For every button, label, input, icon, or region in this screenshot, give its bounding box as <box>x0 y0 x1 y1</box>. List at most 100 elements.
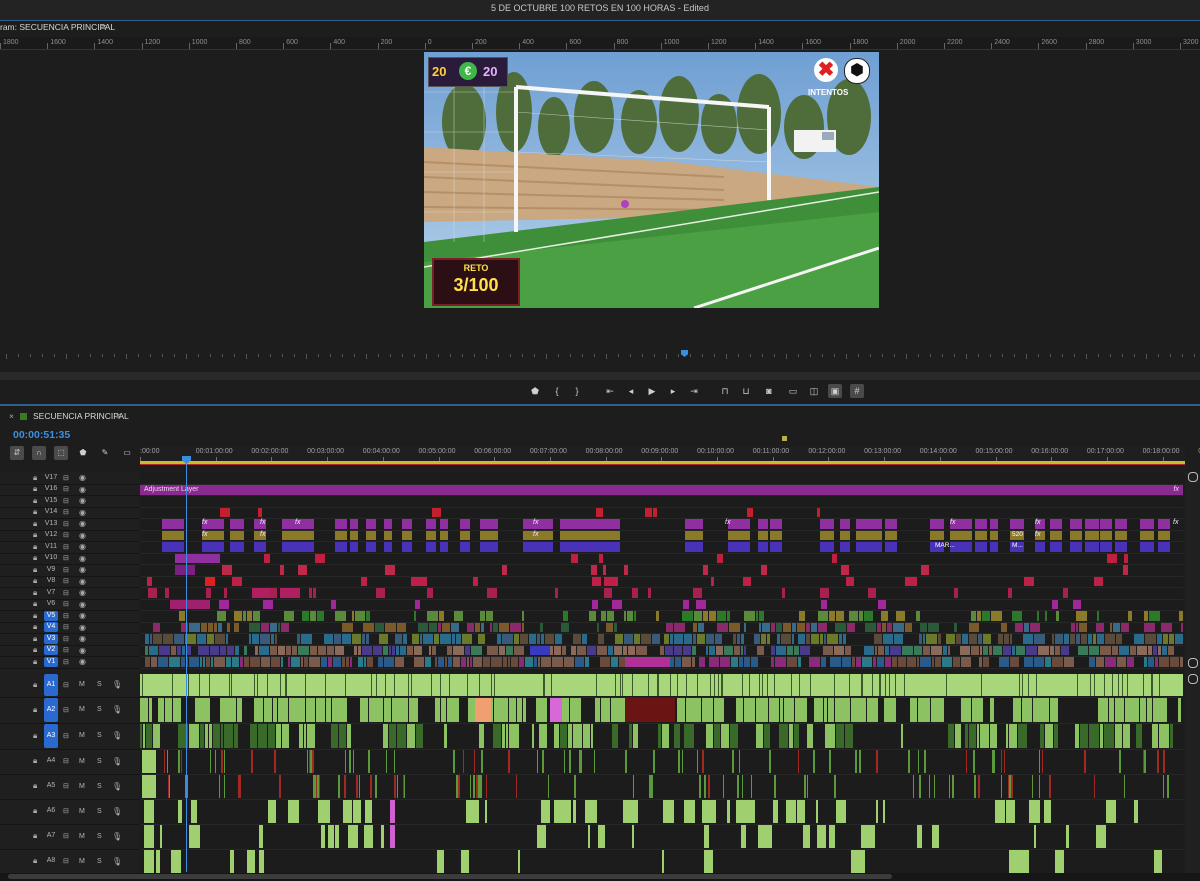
audio-clip[interactable] <box>441 697 446 722</box>
video-clip[interactable] <box>442 622 450 632</box>
video-clip[interactable] <box>634 634 640 644</box>
audio-edit-line[interactable] <box>722 673 723 696</box>
video-clip[interactable] <box>798 634 805 644</box>
video-clip[interactable] <box>1116 634 1122 644</box>
microphone-icon[interactable]: 🎙︎ <box>112 807 122 816</box>
adjustment-layer-clip[interactable]: Adjustment Layer fx <box>140 484 1183 495</box>
v11-clip[interactable] <box>162 542 184 552</box>
v13-clip[interactable] <box>426 519 436 529</box>
audio-edit-line[interactable] <box>221 749 223 773</box>
video-clip[interactable] <box>890 645 901 655</box>
hscroll-thumb[interactable] <box>8 874 892 879</box>
v13-clip[interactable] <box>384 519 392 529</box>
audio-edit-line[interactable] <box>458 774 460 798</box>
video-clip[interactable] <box>693 622 697 632</box>
audio-clip[interactable] <box>193 824 200 848</box>
v12-clip[interactable] <box>1070 530 1082 540</box>
video-clip[interactable] <box>467 657 469 667</box>
audio-clip[interactable] <box>977 723 979 748</box>
audio-edit-line[interactable] <box>408 673 409 696</box>
video-clip[interactable] <box>571 645 576 655</box>
audio-edit-line[interactable] <box>981 673 982 696</box>
audio-edit-line[interactable] <box>1004 749 1005 773</box>
audio-edit-line[interactable] <box>474 749 475 773</box>
video-clip[interactable] <box>926 634 937 644</box>
audio-clip[interactable] <box>536 697 547 722</box>
v12-clip[interactable] <box>366 530 376 540</box>
video-clip[interactable] <box>703 611 708 621</box>
audio-clip[interactable] <box>625 697 675 722</box>
mute-button[interactable]: M <box>79 706 85 713</box>
video-clip[interactable] <box>541 634 544 644</box>
v12-clip[interactable] <box>1115 530 1127 540</box>
audio-edit-line[interactable] <box>1112 673 1113 696</box>
track-name[interactable]: A5 <box>44 781 58 791</box>
audio-clip[interactable] <box>518 849 520 873</box>
audio-clip[interactable] <box>1104 723 1114 748</box>
audio-edit-line[interactable] <box>625 749 627 773</box>
video-clip[interactable] <box>856 657 861 667</box>
audio-clip[interactable] <box>1152 723 1158 748</box>
v12-clip[interactable] <box>856 530 870 540</box>
program-scrub-area[interactable] <box>0 345 1200 371</box>
video-clip[interactable] <box>781 634 791 644</box>
video-clip[interactable] <box>383 645 388 655</box>
v13-clip[interactable] <box>728 519 750 529</box>
video-clip[interactable] <box>818 622 827 632</box>
audio-clip[interactable] <box>1115 697 1124 722</box>
lock-icon[interactable]: 🔒︎ <box>33 507 37 517</box>
video-clip[interactable] <box>226 634 228 644</box>
video-clip[interactable] <box>483 657 490 667</box>
video-clip[interactable] <box>693 634 696 644</box>
audio-clip[interactable] <box>268 723 275 748</box>
eye-icon[interactable]: ◉ <box>79 577 86 586</box>
video-clip[interactable] <box>806 622 810 632</box>
v12-clip[interactable] <box>840 530 850 540</box>
audio-clip[interactable] <box>254 697 263 722</box>
audio-clip[interactable] <box>200 723 204 748</box>
video-clip[interactable] <box>1012 645 1015 655</box>
small-clip[interactable] <box>846 576 854 586</box>
video-clip[interactable] <box>993 645 1002 655</box>
video-clip[interactable] <box>562 645 566 655</box>
video-clip[interactable] <box>983 657 989 667</box>
video-clip[interactable] <box>1096 657 1104 667</box>
audio-clip[interactable] <box>390 799 395 823</box>
video-clip[interactable] <box>961 657 971 667</box>
video-clip[interactable] <box>674 634 683 644</box>
small-clip[interactable] <box>820 588 829 598</box>
v9-clip[interactable] <box>175 565 195 575</box>
audio-edit-line[interactable] <box>325 673 326 696</box>
video-clip[interactable] <box>301 634 312 644</box>
video-clip[interactable] <box>607 611 614 621</box>
audio-edit-line[interactable] <box>686 673 687 696</box>
audio-clip[interactable] <box>769 697 779 722</box>
video-clip[interactable] <box>423 634 433 644</box>
audio-edit-line[interactable] <box>1039 774 1040 798</box>
audio-clip[interactable] <box>435 697 440 722</box>
v13-clip[interactable] <box>840 519 850 529</box>
sync-lock-icon[interactable]: ⊟ <box>63 832 69 840</box>
v12-clip[interactable] <box>426 530 436 540</box>
video-clip[interactable] <box>829 611 835 621</box>
v11-clip[interactable] <box>202 542 224 552</box>
v13-clip[interactable] <box>366 519 376 529</box>
small-clip[interactable] <box>696 599 706 609</box>
v13-clip[interactable] <box>440 519 448 529</box>
audio-clip[interactable] <box>523 697 526 722</box>
v13-clip[interactable] <box>480 519 498 529</box>
video-clip[interactable] <box>731 657 738 667</box>
video-clip[interactable] <box>1119 645 1129 655</box>
video-clip[interactable] <box>1052 634 1054 644</box>
video-clip[interactable] <box>820 634 823 644</box>
eye-icon[interactable]: ◉ <box>79 508 86 517</box>
go-to-out-icon[interactable]: ⇥ <box>687 384 701 398</box>
video-clip[interactable] <box>948 645 950 655</box>
audio-clip[interactable] <box>756 697 768 722</box>
video-clip[interactable] <box>641 634 651 644</box>
video-clip[interactable] <box>684 634 692 644</box>
video-clip[interactable] <box>278 622 280 632</box>
video-clip[interactable] <box>214 622 217 632</box>
audio-edit-line[interactable] <box>807 774 808 798</box>
audio-clip[interactable] <box>268 799 276 823</box>
